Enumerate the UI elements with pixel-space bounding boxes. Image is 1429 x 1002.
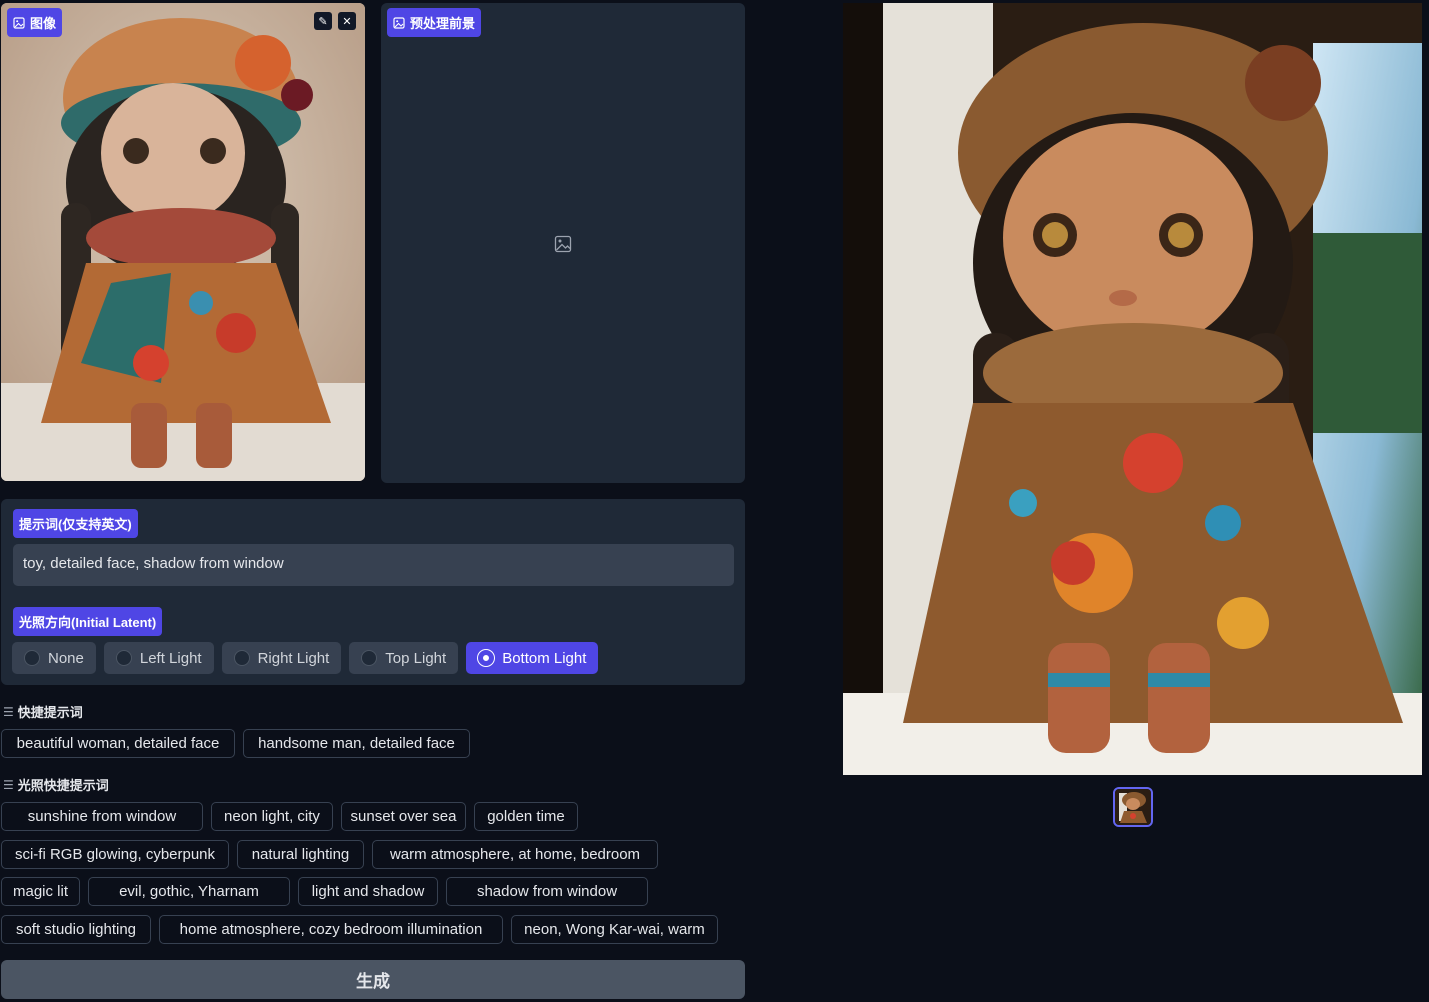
light-prompt-chip[interactable]: neon light, city bbox=[211, 802, 333, 831]
preprocessed-foreground-label-text: 预处理前景 bbox=[410, 16, 476, 31]
light-prompt-chip[interactable]: golden time bbox=[474, 802, 578, 831]
light-prompt-chip[interactable]: home atmosphere, cozy bedroom illuminati… bbox=[159, 915, 503, 944]
light-prompt-chip[interactable]: sunset over sea bbox=[341, 802, 466, 831]
prompt-input[interactable] bbox=[13, 544, 734, 586]
light-prompt-chip[interactable]: warm atmosphere, at home, bedroom bbox=[372, 840, 658, 869]
light-prompt-chip[interactable]: sci-fi RGB glowing, cyberpunk bbox=[1, 840, 229, 869]
list-icon: ☰ bbox=[3, 704, 14, 719]
input-image-panel[interactable]: 图像 ✎ ✕ bbox=[1, 3, 365, 481]
list-icon: ☰ bbox=[3, 777, 14, 792]
light-prompt-chip[interactable]: soft studio lighting bbox=[1, 915, 151, 944]
image-icon bbox=[13, 16, 25, 29]
preprocessed-foreground-panel: 预处理前景 bbox=[381, 3, 745, 483]
quick-prompts-title: 快捷提示词 bbox=[17, 705, 83, 720]
quick-prompts-header: ☰ 快捷提示词 bbox=[3, 702, 83, 721]
lighting-direction-label: 光照方向(Initial Latent) bbox=[13, 607, 163, 636]
radio-dot-selected bbox=[478, 650, 495, 666]
quick-prompt-chip[interactable]: beautiful woman, detailed face bbox=[1, 729, 235, 758]
quick-prompt-chip[interactable]: handsome man, detailed face bbox=[243, 729, 470, 758]
light-prompt-chip[interactable]: natural lighting bbox=[237, 840, 364, 869]
light-prompts-title: 光照快捷提示词 bbox=[17, 778, 109, 793]
edit-icon[interactable]: ✎ bbox=[314, 12, 332, 30]
output-image-graphic bbox=[843, 3, 1422, 775]
radio-left-light[interactable]: Left Light bbox=[103, 642, 214, 674]
radio-dot bbox=[361, 650, 378, 666]
radio-label: Right Light bbox=[257, 649, 330, 667]
radio-label: Left Light bbox=[139, 649, 202, 667]
radio-label: Bottom Light bbox=[502, 649, 587, 667]
image-placeholder-icon bbox=[554, 235, 572, 253]
thumbnail-image bbox=[1115, 789, 1151, 825]
gallery-thumbnail[interactable] bbox=[1113, 787, 1153, 827]
light-prompt-chip[interactable]: shadow from window bbox=[446, 877, 648, 906]
image-icon bbox=[393, 16, 405, 29]
radio-bottom-light[interactable]: Bottom Light bbox=[466, 642, 599, 674]
input-image bbox=[1, 3, 365, 481]
radio-label: None bbox=[48, 649, 84, 667]
light-prompt-chip[interactable]: light and shadow bbox=[298, 877, 438, 906]
lighting-direction-radio-group: None Left Light Right Light Top Light Bo… bbox=[12, 642, 599, 674]
radio-label: Top Light bbox=[385, 649, 447, 667]
radio-dot bbox=[233, 650, 250, 666]
generate-button[interactable]: 生成 bbox=[1, 960, 745, 999]
light-prompt-chip[interactable]: neon, Wong Kar-wai, warm bbox=[511, 915, 718, 944]
light-prompt-chip[interactable]: magic lit bbox=[1, 877, 80, 906]
preprocessed-foreground-label: 预处理前景 bbox=[387, 8, 482, 37]
radio-dot bbox=[115, 650, 132, 666]
output-image[interactable] bbox=[843, 3, 1422, 775]
input-image-label: 图像 bbox=[7, 8, 63, 37]
radio-right-light[interactable]: Right Light bbox=[221, 642, 342, 674]
radio-dot bbox=[24, 650, 40, 666]
input-image-label-text: 图像 bbox=[30, 16, 57, 31]
light-prompt-chip[interactable]: sunshine from window bbox=[1, 802, 203, 831]
radio-none[interactable]: None bbox=[12, 642, 96, 674]
light-prompts-header: ☰ 光照快捷提示词 bbox=[3, 775, 109, 794]
radio-top-light[interactable]: Top Light bbox=[349, 642, 459, 674]
prompt-label: 提示词(仅支持英文) bbox=[13, 509, 138, 538]
close-icon[interactable]: ✕ bbox=[338, 12, 356, 30]
light-prompt-chip[interactable]: evil, gothic, Yharnam bbox=[88, 877, 290, 906]
